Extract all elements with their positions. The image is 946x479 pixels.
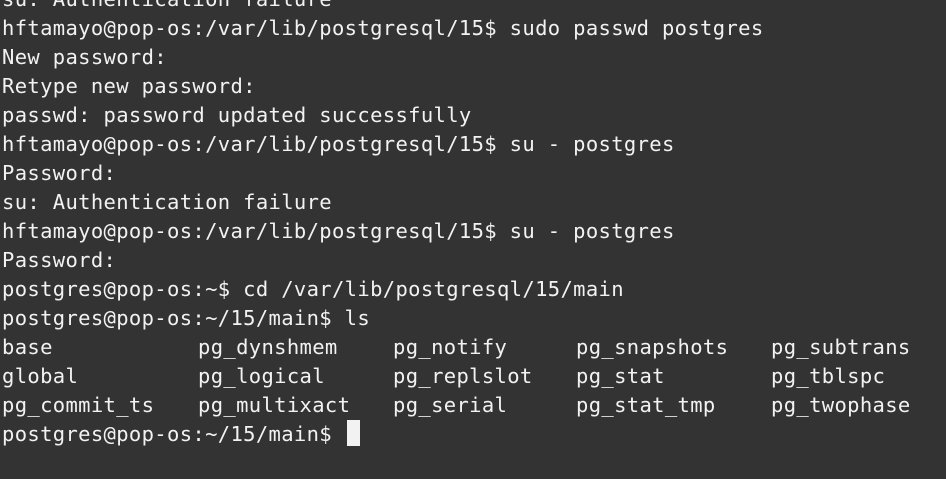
ls-output-row: base pg_dynshmem pg_notify pg_snapshots … bbox=[2, 333, 910, 362]
output-line: su: Authentication failure bbox=[2, 0, 764, 14]
ls-output-row: pg_commit_ts pg_multixact pg_serial pg_s… bbox=[2, 391, 910, 420]
output-line: Password: bbox=[2, 248, 117, 272]
command-prompt-line[interactable]: postgres@pop-os:~/15/main$ bbox=[2, 420, 764, 449]
output-line: postgres@pop-os:~$ cd /var/lib/postgresq… bbox=[2, 277, 624, 301]
ls-entry: pg_stat bbox=[576, 364, 665, 388]
ls-entry: pg_dynshmem bbox=[198, 335, 338, 359]
output-line: hftamayo@pop-os:/var/lib/postgresql/15$ … bbox=[2, 219, 675, 243]
output-line: Password: bbox=[2, 161, 117, 185]
terminal-output: su: Authentication failure hftamayo@pop-… bbox=[2, 0, 910, 449]
output-line: New password: bbox=[2, 45, 167, 69]
ls-entry: pg_logical bbox=[198, 364, 325, 388]
output-line: su: Authentication failure bbox=[2, 190, 332, 214]
ls-entry: pg_commit_ts bbox=[2, 393, 155, 417]
terminal-window[interactable]: su: Authentication failure hftamayo@pop-… bbox=[0, 0, 946, 479]
ls-entry: pg_snapshots bbox=[576, 335, 729, 359]
ls-entry: pg_stat_tmp bbox=[576, 393, 716, 417]
ls-entry: pg_multixact bbox=[198, 393, 351, 417]
ls-entry: pg_subtrans bbox=[771, 335, 911, 359]
ls-output-row: global pg_logical pg_replslot pg_stat pg… bbox=[2, 362, 885, 391]
output-line: Retype new password: bbox=[2, 74, 256, 98]
ls-entry: pg_tblspc bbox=[771, 364, 886, 388]
ls-entry: pg_replslot bbox=[393, 364, 533, 388]
ls-entry: pg_serial bbox=[393, 393, 508, 417]
output-line: passwd: password updated successfully bbox=[2, 103, 472, 127]
ls-entry: global bbox=[2, 364, 79, 388]
ls-entry: pg_notify bbox=[393, 335, 508, 359]
ls-entry: pg_twophase bbox=[771, 393, 911, 417]
output-line: hftamayo@pop-os:/var/lib/postgresql/15$ … bbox=[2, 132, 675, 156]
ls-entry: base bbox=[2, 335, 53, 359]
output-line: postgres@pop-os:~/15/main$ ls bbox=[2, 306, 371, 330]
text-cursor[interactable] bbox=[346, 420, 360, 446]
output-line: hftamayo@pop-os:/var/lib/postgresql/15$ … bbox=[2, 16, 764, 40]
